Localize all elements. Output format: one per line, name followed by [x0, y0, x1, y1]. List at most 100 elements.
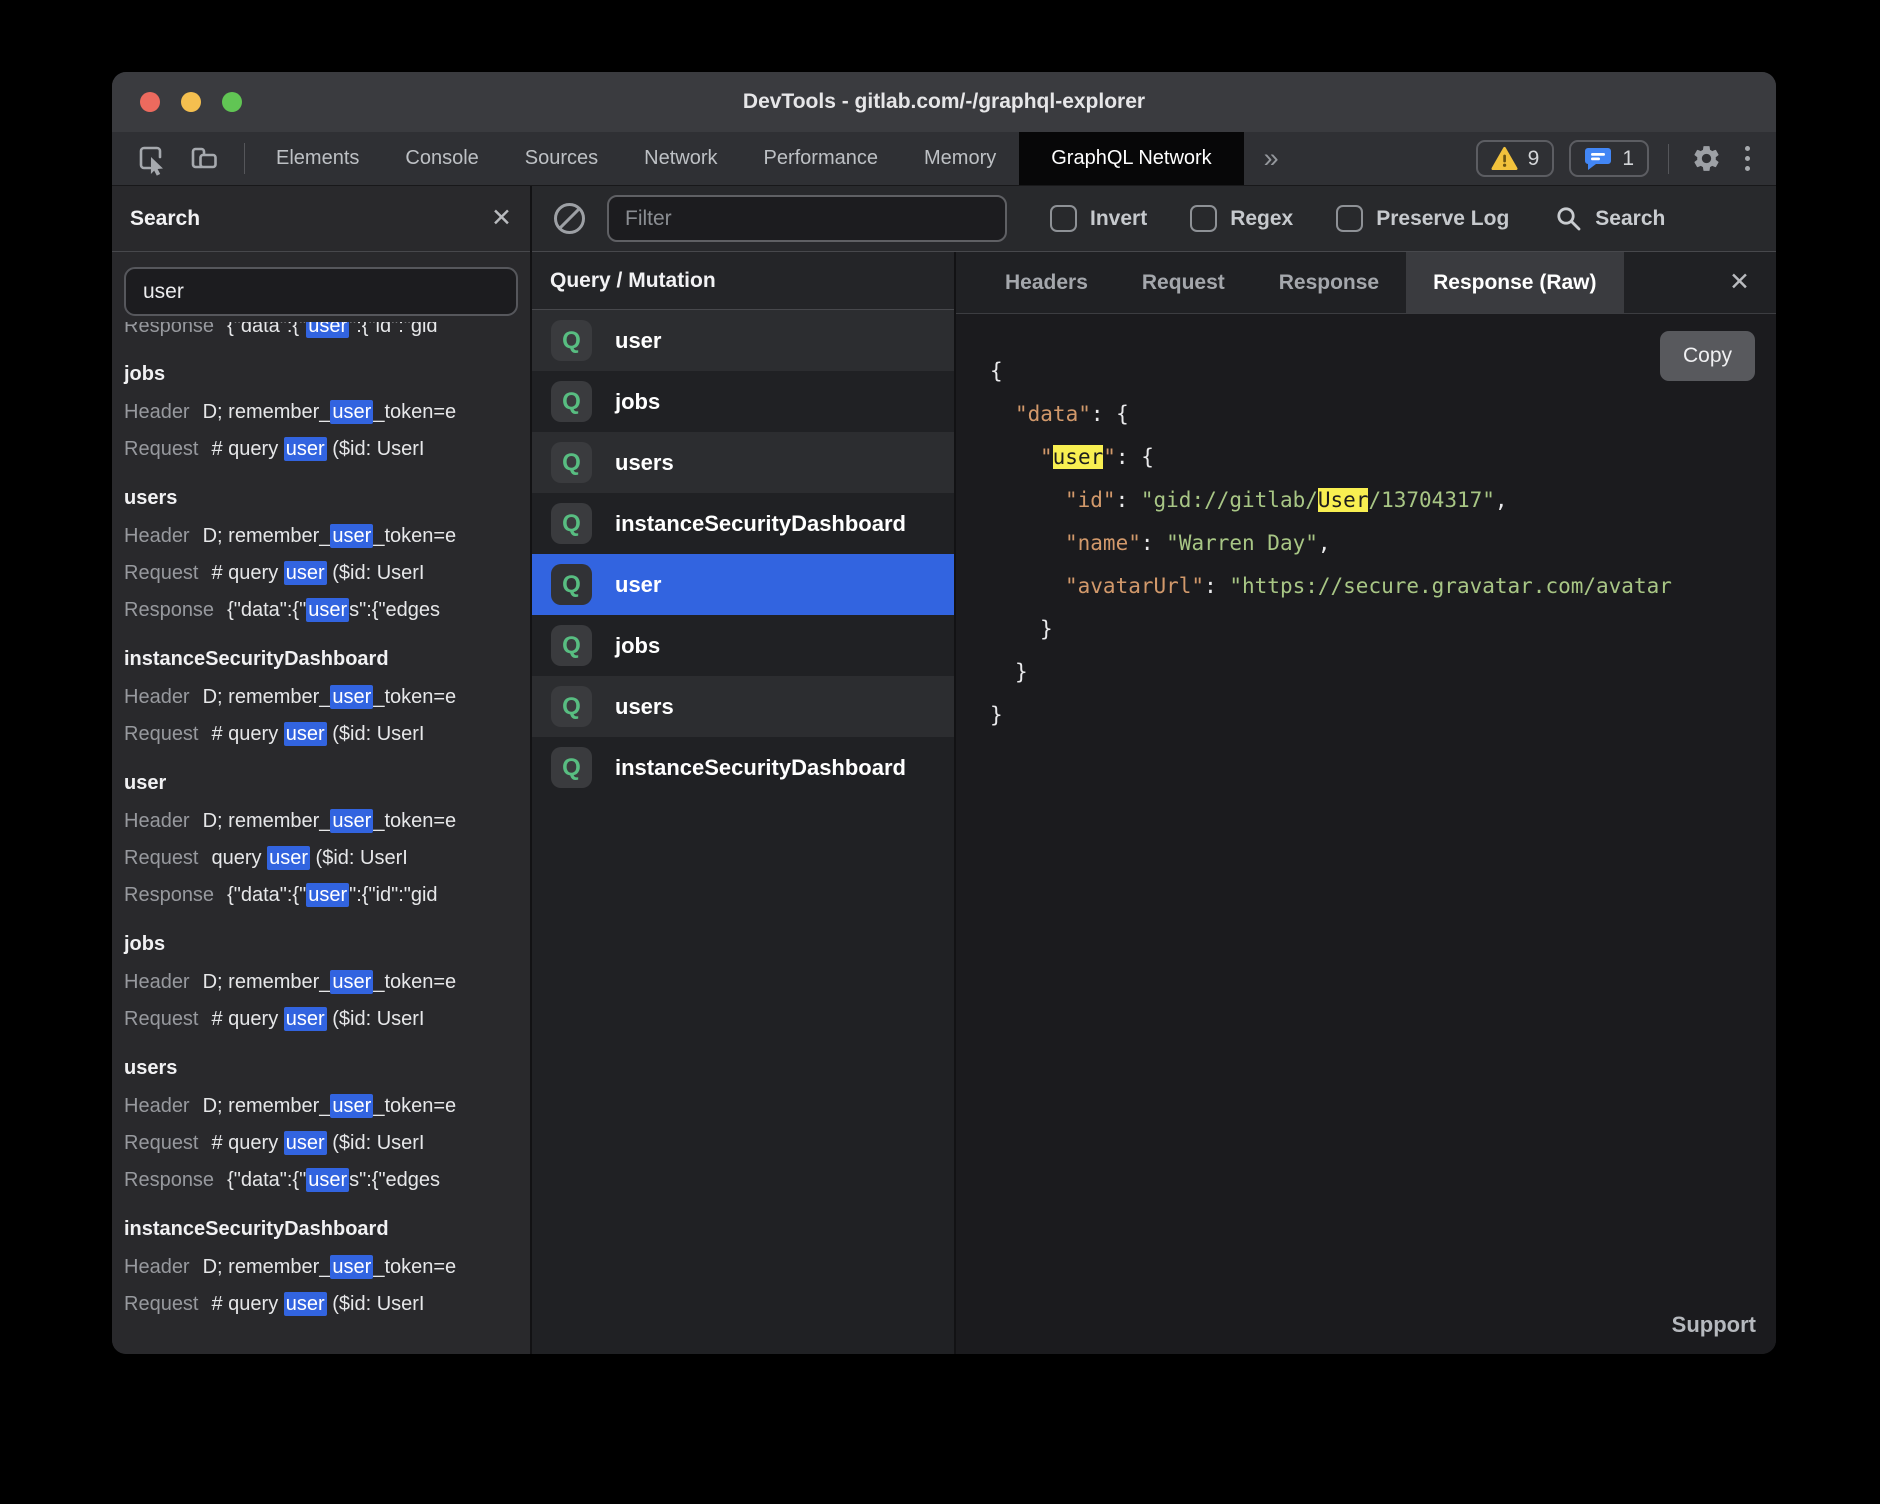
search-panel: Search ✕ Response{"data":{"user":{"id":"…	[112, 186, 532, 1354]
copy-button[interactable]: Copy	[1660, 331, 1755, 381]
search-result-line-value: # query user ($id: UserI	[212, 437, 425, 461]
text-segment: "name"	[1065, 531, 1141, 555]
search-result[interactable]: jobsHeaderD; remember_user_token=eReques…	[124, 925, 518, 1038]
query-list-item-users[interactable]: Qusers	[532, 676, 954, 737]
text-segment: D; remember_	[203, 525, 331, 547]
kebab-menu-icon[interactable]	[1739, 146, 1756, 171]
search-result[interactable]: instanceSecurityDashboardHeaderD; rememb…	[124, 640, 518, 753]
search-result[interactable]: usersHeaderD; remember_user_token=eReque…	[124, 1049, 518, 1199]
filter-input[interactable]	[607, 195, 1007, 242]
query-list-item-user[interactable]: Quser	[532, 310, 954, 371]
search-result[interactable]: jobsHeaderD; remember_user_token=eReques…	[124, 355, 518, 468]
query-list-item-label: jobs	[615, 389, 660, 415]
text-segment: # query	[212, 1132, 284, 1154]
detail-tab-headers[interactable]: Headers	[978, 252, 1115, 313]
query-list-item-instanceSecurityDashboard[interactable]: QinstanceSecurityDashboard	[532, 737, 954, 798]
json-line: }	[990, 651, 1776, 694]
json-line: "avatarUrl": "https://secure.gravatar.co…	[990, 565, 1776, 608]
text-segment: # query	[212, 562, 284, 584]
checkbox-box	[1050, 205, 1077, 232]
minimize-window-button[interactable]	[181, 92, 201, 112]
tab-memory[interactable]: Memory	[901, 132, 1019, 185]
search-result[interactable]: usersHeaderD; remember_user_token=eReque…	[124, 479, 518, 629]
close-search-icon[interactable]: ✕	[491, 206, 512, 231]
warnings-badge[interactable]: 9	[1476, 140, 1555, 177]
inspect-element-icon[interactable]	[134, 141, 170, 177]
clear-log-icon[interactable]	[554, 203, 585, 234]
detail-tab-response[interactable]: Response	[1252, 252, 1406, 313]
text-segment: :	[1091, 402, 1116, 426]
text-segment: {"data":{"	[227, 1169, 306, 1191]
settings-gear-icon[interactable]	[1688, 141, 1724, 177]
search-result-line: HeaderD; remember_user_token=e	[124, 1088, 518, 1125]
search-result[interactable]: Response{"data":{"user":{"id":"gid	[124, 322, 518, 344]
query-list-item-jobs[interactable]: Qjobs	[532, 615, 954, 676]
detail-tab-response-raw-[interactable]: Response (Raw)	[1406, 252, 1623, 313]
checkbox-preserve-log[interactable]: Preserve Log	[1336, 205, 1509, 232]
tab-performance[interactable]: Performance	[741, 132, 902, 185]
filter-bar: Invert Regex Preserve Log Search	[532, 186, 1776, 252]
search-toggle[interactable]: Search	[1555, 205, 1665, 232]
query-list-item-users[interactable]: Qusers	[532, 432, 954, 493]
query-list-item-instanceSecurityDashboard[interactable]: QinstanceSecurityDashboard	[532, 493, 954, 554]
search-toggle-label: Search	[1595, 207, 1665, 231]
traffic-lights	[140, 72, 242, 132]
toolbar-right: 9 1	[1476, 132, 1776, 185]
messages-badge[interactable]: 1	[1569, 140, 1649, 177]
query-list-item-jobs[interactable]: Qjobs	[532, 371, 954, 432]
message-icon	[1584, 146, 1612, 172]
search-panel-title: Search	[130, 207, 491, 231]
text-segment: :	[1204, 574, 1229, 598]
search-result-line: Request# query user ($id: UserI	[124, 1286, 518, 1323]
device-toolbar-icon[interactable]	[186, 141, 222, 177]
search-input[interactable]	[124, 267, 518, 316]
query-type-icon: Q	[551, 503, 592, 544]
tab-graphql-network[interactable]: GraphQL Network	[1019, 132, 1243, 185]
highlighted-match: user	[330, 524, 373, 548]
search-result[interactable]: instanceSecurityDashboardHeaderD; rememb…	[124, 1210, 518, 1323]
tab-elements[interactable]: Elements	[253, 132, 382, 185]
text-segment: }	[990, 703, 1003, 727]
checkbox-invert[interactable]: Invert	[1050, 205, 1147, 232]
more-tabs-icon[interactable]: »	[1244, 132, 1299, 185]
panel-tabs: ElementsConsoleSourcesNetworkPerformance…	[253, 132, 1019, 185]
text-segment: {"data":{"	[227, 599, 306, 621]
search-result-line-value: {"data":{"user":{"id":"gid	[227, 322, 438, 338]
search-result-line: Request# query user ($id: UserI	[124, 431, 518, 468]
checkbox-label: Invert	[1090, 207, 1147, 231]
highlighted-match: user	[284, 1292, 327, 1316]
search-result-line-label: Header	[124, 1256, 190, 1278]
search-result-line: Response{"data":{"users":{"edges	[124, 1162, 518, 1199]
text-segment: "id"	[1065, 488, 1116, 512]
maximize-window-button[interactable]	[222, 92, 242, 112]
detail-tabs: HeadersRequestResponseResponse (Raw) ✕	[956, 252, 1776, 314]
text-segment: }	[1015, 660, 1028, 684]
text-segment: ($id: UserI	[327, 438, 425, 460]
search-result-title: jobs	[124, 925, 518, 964]
highlighted-match: user	[306, 598, 349, 622]
query-list-item-user[interactable]: Quser	[532, 554, 954, 615]
tab-network[interactable]: Network	[621, 132, 740, 185]
warning-icon	[1491, 146, 1518, 171]
highlighted-match: user	[330, 400, 373, 424]
search-result-line: Header D; remember_user_token=e	[124, 394, 518, 431]
search-result-line-label: Header	[124, 401, 190, 423]
search-result-line-label: Request	[124, 1008, 199, 1030]
close-window-button[interactable]	[140, 92, 160, 112]
query-list-item-label: user	[615, 328, 661, 354]
tab-console[interactable]: Console	[382, 132, 501, 185]
text-segment: :	[1116, 488, 1141, 512]
search-result-line-value: D; remember_user_token=e	[203, 400, 457, 424]
checkbox-regex[interactable]: Regex	[1190, 205, 1293, 232]
text-segment: D; remember_	[203, 1256, 331, 1278]
search-result-line-value: {"data":{"user":{"id":"gid	[227, 883, 438, 907]
text-segment: }	[1040, 617, 1053, 641]
close-detail-icon[interactable]: ✕	[1729, 270, 1776, 295]
search-result-line-value: D; remember_user_token=e	[203, 1094, 457, 1118]
search-result-line-label: Request	[124, 562, 199, 584]
support-link[interactable]: Support	[1672, 1312, 1756, 1338]
search-result[interactable]: userHeaderD; remember_user_token=eReques…	[124, 764, 518, 914]
detail-tab-request[interactable]: Request	[1115, 252, 1252, 313]
text-segment: # query	[212, 723, 284, 745]
tab-sources[interactable]: Sources	[502, 132, 621, 185]
